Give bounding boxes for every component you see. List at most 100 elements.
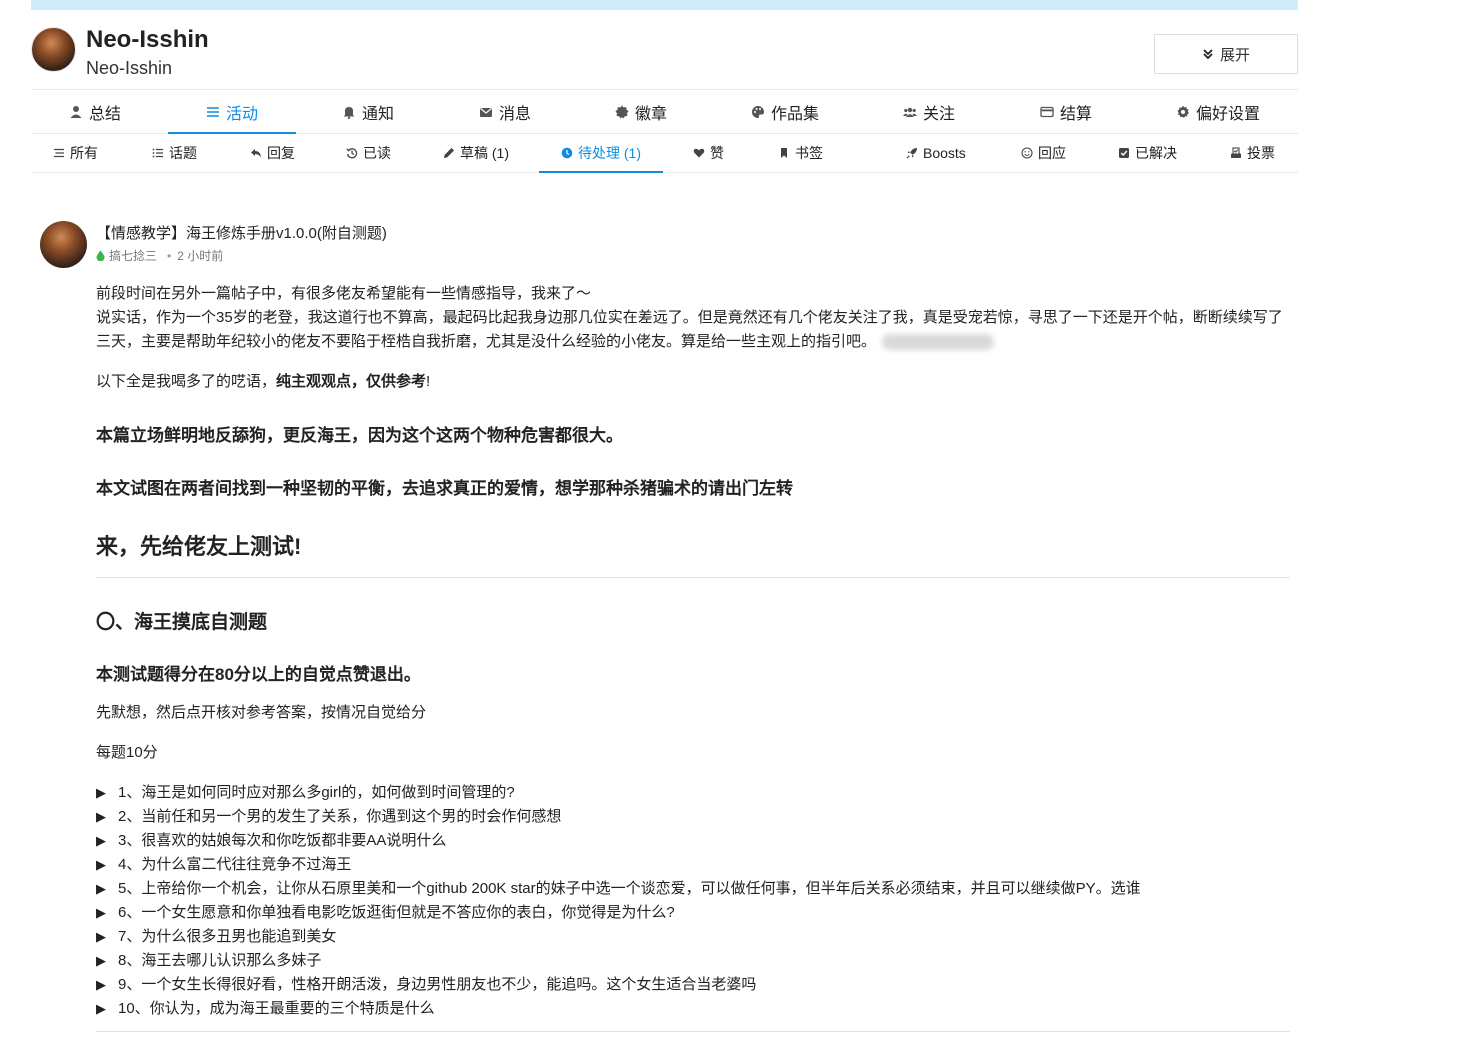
post-body: 前段时间在另外一篇帖子中，有很多佬友希望能有一些情感指导，我来了～ 说实话，作为… <box>96 282 1290 1032</box>
subtab-label: Boosts <box>923 145 966 161</box>
subtab-label: 待处理 (1) <box>578 145 641 161</box>
tab-label: 消息 <box>499 105 532 123</box>
activity-sub-nav: 所有 话题 回复 已读 草稿 (1) 待处理 (1) 赞 书签 Boosts 回… <box>31 134 1298 173</box>
subtab-likes[interactable]: 赞 <box>693 134 724 172</box>
instruction-text: 先默想，然后点开核对参考答案，按情况自觉给分 <box>96 704 427 721</box>
avatar[interactable] <box>31 27 76 72</box>
list-icon <box>206 106 219 117</box>
subtab-label: 回应 <box>1038 145 1066 161</box>
post-category-link[interactable]: 搞七捻三 <box>109 247 157 264</box>
question-list: ▶ 1、海王是如何同时应对那么多girl的，如何做到时间管理的? ▶ 2、当前任和另… <box>96 781 1290 1021</box>
category-drop-icon <box>96 250 105 261</box>
blurred-spoiler[interactable] <box>882 334 995 351</box>
stream-icon <box>54 148 64 158</box>
disclosure-triangle-icon: ▶ <box>96 809 106 824</box>
tab-label: 活动 <box>225 105 258 123</box>
list-divider <box>96 1031 1290 1032</box>
question-text: 9、一个女生长得很好看，性格开朗活泼，身边男性朋友也不少，能追吗。这个女生适合当… <box>118 976 757 993</box>
tab-label: 关注 <box>923 105 956 123</box>
subtab-replies[interactable]: 回复 <box>250 134 295 172</box>
tab-messages[interactable]: 消息 <box>479 90 531 133</box>
profile-username: Neo-Isshin <box>86 58 173 78</box>
users-icon <box>903 107 917 117</box>
question-details-1[interactable]: ▶ 1、海王是如何同时应对那么多girl的，如何做到时间管理的? <box>96 781 1290 805</box>
post-title-link[interactable]: 【情感教学】海王修炼手册v1.0.0(附自测题) <box>96 222 387 243</box>
subtab-pending[interactable]: 待处理 (1) <box>539 134 663 173</box>
tab-label: 作品集 <box>771 105 820 123</box>
subtab-bookmarks[interactable]: 书签 <box>778 134 823 172</box>
expand-button-label: 展开 <box>1219 46 1250 64</box>
question-details-9[interactable]: ▶ 9、一个女生长得很好看，性格开朗活泼，身边男性朋友也不少，能追吗。这个女生适合… <box>96 973 1290 997</box>
section-heading: 〇、海王摸底自测题 <box>96 612 268 633</box>
tab-follow[interactable]: 关注 <box>903 90 955 133</box>
question-details-2[interactable]: ▶ 2、当前任和另一个男的发生了关系，你遇到这个男的时会作何感想 <box>96 805 1290 829</box>
check-square-icon <box>1119 148 1129 158</box>
disclaimer-suffix: ! <box>426 373 431 390</box>
subtab-votes[interactable]: 投票 <box>1230 134 1275 172</box>
intro-line-1: 前段时间在另外一篇帖子中，有很多佬友希望能有一些情感指导，我来了～ <box>96 285 592 302</box>
profile-name: Neo-Isshin <box>86 26 209 53</box>
tab-label: 通知 <box>362 105 395 123</box>
stance-statement: 本篇立场鲜明地反舔狗，更反海王，因为这个这两个物种危害都很大。 <box>96 426 623 445</box>
tab-preferences[interactable]: 偏好设置 <box>1176 90 1260 133</box>
subtab-label: 书签 <box>795 145 823 161</box>
tab-notifications[interactable]: 通知 <box>342 90 394 133</box>
subtab-boosts[interactable]: Boosts <box>906 134 966 172</box>
disclosure-triangle-icon: ▶ <box>96 881 106 896</box>
subtab-label: 所有 <box>70 145 98 161</box>
subtab-solved[interactable]: 已解决 <box>1118 134 1177 172</box>
question-details-3[interactable]: ▶ 3、很喜欢的姑娘每次和你吃饭都非要AA说明什么 <box>96 829 1290 853</box>
disclosure-triangle-icon: ▶ <box>96 953 106 968</box>
gear-icon <box>1177 105 1189 118</box>
question-text: 7、为什么很多丑男也能追到美女 <box>118 928 337 945</box>
subtab-label: 话题 <box>169 145 197 161</box>
question-text: 6、一个女生愿意和你单独看电影吃饭逛街但就是不答应你的表白，你觉得是为什么? <box>118 904 675 921</box>
disclosure-triangle-icon: ▶ <box>96 857 106 872</box>
expand-button[interactable]: 展开 <box>1154 34 1298 74</box>
question-text: 10、你认为，成为海王最重要的三个特质是什么 <box>118 1000 435 1017</box>
double-chevron-down-icon <box>1203 49 1213 60</box>
palette-icon <box>752 105 764 118</box>
points-text: 每题10分 <box>96 744 158 761</box>
subtab-read[interactable]: 已读 <box>346 134 391 172</box>
post-author-avatar[interactable] <box>40 221 87 268</box>
tab-label: 结算 <box>1060 105 1093 123</box>
question-details-5[interactable]: ▶ 5、上帝给你一个机会，让你从石原里美和一个github 200K star的妹… <box>96 877 1290 901</box>
tab-label: 总结 <box>89 105 122 123</box>
subtab-label: 投票 <box>1247 145 1275 161</box>
heart-icon <box>693 148 705 158</box>
clock-icon <box>561 147 573 159</box>
question-details-10[interactable]: ▶ 10、你认为，成为海王最重要的三个特质是什么 <box>96 997 1290 1021</box>
list-ul-icon <box>152 148 163 158</box>
tab-badges[interactable]: 徽章 <box>615 90 667 133</box>
subtab-drafts[interactable]: 草稿 (1) <box>443 134 509 172</box>
meta-separator: • <box>167 248 172 263</box>
disclaimer-prefix: 以下全是我喝多了的呓语， <box>96 373 277 390</box>
question-details-4[interactable]: ▶ 4、为什么富二代往往竞争不过海王 <box>96 853 1290 877</box>
question-details-8[interactable]: ▶ 8、海王去哪儿认识那么多妹子 <box>96 949 1290 973</box>
question-text: 5、上帝给你一个机会，让你从石原里美和一个github 200K star的妹子… <box>118 880 1141 897</box>
bell-icon <box>343 106 355 119</box>
subtab-label: 赞 <box>710 145 724 161</box>
top-banner-strip <box>31 0 1298 10</box>
subtab-topics[interactable]: 话题 <box>152 134 197 172</box>
tab-summary[interactable]: 总结 <box>69 90 121 133</box>
question-text: 4、为什么富二代往往竞争不过海王 <box>118 856 352 873</box>
envelope-icon <box>480 107 492 117</box>
bookmark-icon <box>781 148 787 158</box>
question-text: 8、海王去哪儿认识那么多妹子 <box>118 952 322 969</box>
subtab-reactions[interactable]: 回应 <box>1021 134 1066 172</box>
tab-billing[interactable]: 结算 <box>1040 90 1092 133</box>
subtab-label: 回复 <box>267 145 295 161</box>
disclosure-triangle-icon: ▶ <box>96 905 106 920</box>
disclaimer: 以下全是我喝多了的呓语，纯主观观点，仅供参考! <box>96 370 1290 394</box>
goal-statement: 本文试图在两者间找到一种坚韧的平衡，去追求真正的爱情，想学那种杀猪骗术的请出门左… <box>96 479 793 498</box>
question-details-6[interactable]: ▶ 6、一个女生愿意和你单独看电影吃饭逛街但就是不答应你的表白，你觉得是为什么? <box>96 901 1290 925</box>
tab-portfolio[interactable]: 作品集 <box>751 90 819 133</box>
main-nav: 总结 活动 通知 消息 徽章 作品集 关注 结算 偏好设置 <box>31 89 1298 134</box>
disclosure-triangle-icon: ▶ <box>96 785 106 800</box>
subtab-all[interactable]: 所有 <box>53 134 98 172</box>
tab-activity[interactable]: 活动 <box>168 90 296 134</box>
heading-divider <box>96 577 1290 578</box>
question-details-7[interactable]: ▶ 7、为什么很多丑男也能追到美女 <box>96 925 1290 949</box>
